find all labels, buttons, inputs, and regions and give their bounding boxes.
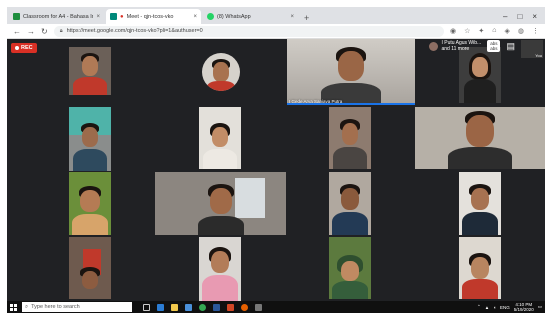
participant-avatar[interactable] [202,53,240,91]
participant-tile[interactable] [69,47,111,95]
active-speaker-tile[interactable]: I Gede Arya Sanjaya Putra [287,39,415,105]
participant-tile[interactable] [459,47,501,103]
self-label: You [535,53,542,58]
attendance-badge[interactable]: abs abs [487,40,501,52]
task-view-icon[interactable] [143,303,150,311]
call-header-controls: I Putu Agus Wib... and 11 more abs abs ▤ [429,40,515,52]
participant-tile[interactable] [329,172,371,235]
others-label: I Putu Agus Wib... and 11 more [441,40,482,52]
store-icon[interactable] [185,303,192,311]
window-controls: – □ × [495,12,545,24]
tab-classroom[interactable]: Classroom for A4 - Bahasa Inggr × [9,9,104,24]
participant-tile[interactable] [329,107,371,169]
new-tab-button[interactable]: + [300,13,313,24]
participant-thumbnail [429,41,439,51]
notification-icon[interactable]: ▭ [538,304,542,310]
menu-icon[interactable]: ⋮ [532,27,539,35]
extension-puzzle-icon[interactable]: ◈ [505,27,510,35]
speaking-indicator [287,103,415,105]
close-icon[interactable]: × [290,14,294,20]
participant-tile[interactable] [459,172,501,235]
self-view-tile[interactable]: You [521,40,543,58]
meet-icon [110,13,117,20]
record-icon [15,46,19,50]
close-icon[interactable]: × [193,14,197,20]
firefox-icon[interactable] [241,303,248,311]
star-icon[interactable]: ☆ [464,27,470,35]
participant-tile[interactable] [69,237,111,299]
bookmark-icon[interactable]: ⌂ [492,27,496,35]
participant-tile[interactable] [199,237,241,301]
close-icon[interactable]: × [96,14,100,20]
clock[interactable]: 4:10 PM 5/19/2020 [514,302,534,312]
participant-tile[interactable] [199,107,241,169]
forward-arrow-icon[interactable]: → [27,27,35,36]
search-placeholder: Type here to search [31,304,80,310]
address-bar-row: ← → ↻ 🔒︎ https://meet.google.com/qjn-tco… [7,24,545,39]
windows-taskbar: ⌕ Type here to search ⌃ ▲ ◖ ENG 4:10 PM … [7,301,545,313]
profile-icon[interactable]: ◍ [518,27,524,35]
participant-tile[interactable] [69,172,111,235]
edge-icon[interactable] [157,303,164,311]
tab-label: Meet - qjn-tcos-vko [126,13,174,20]
toolbar-icons: ◉ ☆ ✦ ⌂ ◈ ◍ ⋮ [450,27,539,35]
camera-icon[interactable]: ◉ [450,27,456,35]
chat-icon[interactable]: ▤ [506,41,515,52]
tab-label: Classroom for A4 - Bahasa Inggr [23,13,94,20]
other-participants[interactable]: I Putu Agus Wib... and 11 more [429,40,481,52]
participant-tile[interactable] [155,172,286,235]
taskbar-search-box[interactable]: ⌕ Type here to search [22,302,132,312]
extension-icon[interactable]: ✦ [478,27,484,35]
participant-tile[interactable] [459,237,501,299]
recording-badge: REC [11,43,37,53]
windows-start-icon[interactable] [10,303,17,311]
system-tray: ⌃ ▲ ◖ ENG 4:10 PM 5/19/2020 ▭ [477,302,542,312]
recording-dot-icon: ● [120,13,124,20]
back-arrow-icon[interactable]: ← [13,27,21,36]
word-icon[interactable] [213,303,220,311]
participant-tile[interactable] [329,237,371,299]
file-explorer-icon[interactable] [171,303,178,311]
close-window-button[interactable]: × [532,12,537,21]
chevron-up-icon[interactable]: ⌃ [477,304,481,310]
language-indicator[interactable]: ENG [500,305,510,310]
tab-whatsapp[interactable]: (8) WhatsApp × [203,9,298,24]
browser-tab-bar: Classroom for A4 - Bahasa Inggr × ● Meet… [7,7,545,24]
volume-icon[interactable]: ◖ [493,305,496,310]
tab-meet[interactable]: ● Meet - qjn-tcos-vko × [106,9,201,24]
reload-icon[interactable]: ↻ [41,27,48,36]
participant-tile[interactable] [69,107,111,171]
recording-label: REC [21,45,33,51]
taskbar-pinned-apps [143,303,262,311]
tab-label: (8) WhatsApp [217,13,251,20]
whatsapp-icon [207,13,214,20]
network-icon[interactable]: ▲ [485,305,489,310]
minimize-button[interactable]: – [503,12,507,21]
chrome-icon[interactable] [199,303,206,311]
app-icon[interactable] [255,303,262,311]
url-field[interactable]: 🔒︎ https://meet.google.com/qjn-tcos-vko?… [53,25,444,37]
meet-call-area: REC I Gede Arya Sanjaya Putra I Putu Agu… [7,39,545,301]
lock-icon: 🔒︎ [59,27,63,34]
participant-tile[interactable] [415,107,545,169]
search-icon: ⌕ [25,303,29,310]
url-text: https://meet.google.com/qjn-tcos-vko?pli… [66,28,203,34]
powerpoint-icon[interactable] [227,303,234,311]
classroom-icon [13,13,20,20]
maximize-button[interactable]: □ [517,12,522,21]
